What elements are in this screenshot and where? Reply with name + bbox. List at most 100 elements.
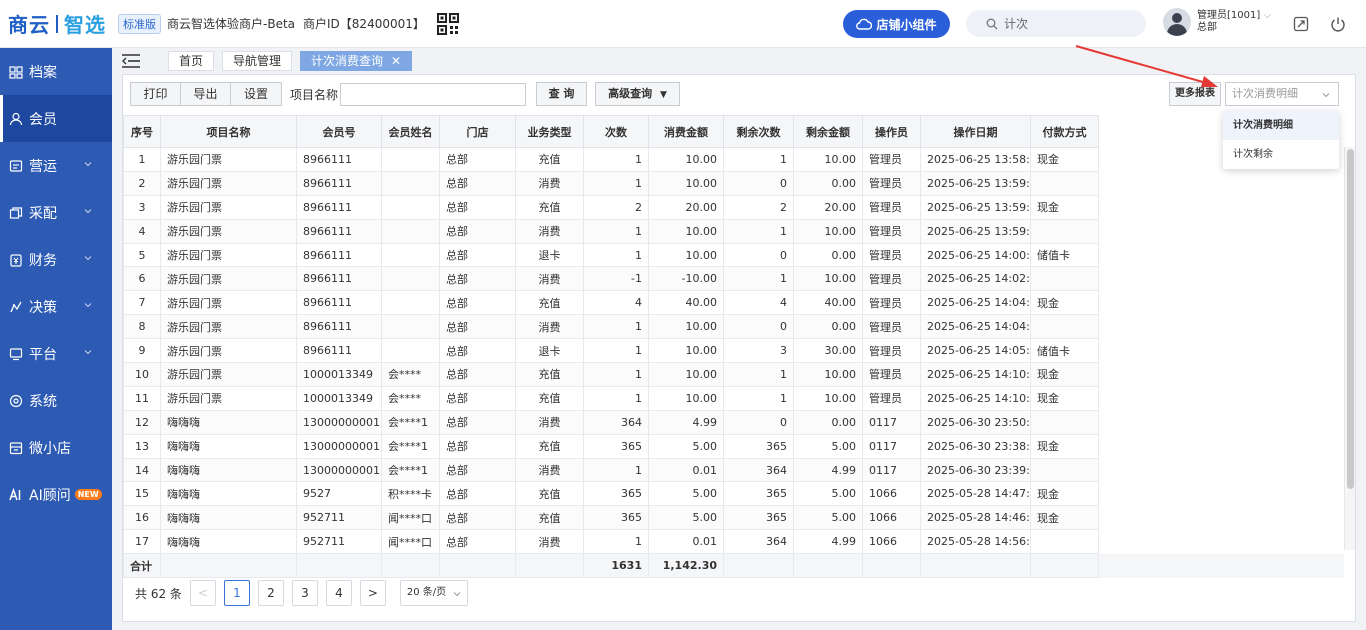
table-cell: 消费: [515, 170, 584, 196]
table-row[interactable]: 16 嗨嗨嗨 952711 闻****口 总部 充值 365 5.00 365 5.00 1066 2…: [123, 505, 1344, 531]
column-header[interactable]: 操作日期: [920, 115, 1031, 148]
column-header[interactable]: 操作员: [862, 115, 921, 148]
scrollbar-thumb[interactable]: [1347, 149, 1354, 489]
dropdown-option-detail[interactable]: 计次消费明细: [1223, 111, 1339, 140]
table-cell: 0.00: [793, 409, 863, 435]
table-row[interactable]: 8 游乐园门票 8966111 总部 消费 1 10.00 0 0.00 管理员 2025-06-2…: [123, 314, 1344, 340]
menu-toggle-icon[interactable]: [122, 54, 140, 68]
export-button[interactable]: 导出: [181, 83, 231, 105]
dropdown-option-remaining[interactable]: 计次剩余: [1223, 140, 1339, 169]
tab-nav-management[interactable]: 导航管理: [222, 51, 293, 71]
fullscreen-icon[interactable]: [1293, 16, 1309, 32]
column-header[interactable]: 会员号: [296, 115, 382, 148]
summary-cell: [515, 553, 584, 579]
report-type-select[interactable]: 计次消费明细: [1225, 82, 1339, 106]
sidebar-item-finance[interactable]: 财务: [0, 236, 112, 283]
table-row[interactable]: 7 游乐园门票 8966111 总部 充值 4 40.00 4 40.00 管理员 2025-06-…: [123, 290, 1344, 316]
column-header[interactable]: 序号: [123, 115, 161, 148]
table-cell: 10.00: [793, 362, 863, 387]
merchant-name: 商云智选体验商户-Beta: [167, 17, 296, 31]
store-widget-label: 店铺小组件: [876, 17, 937, 32]
tab-home[interactable]: 首页: [168, 51, 215, 71]
column-header[interactable]: 次数: [583, 115, 649, 148]
brand-logo[interactable]: 商云 智选: [8, 9, 106, 38]
sidebar-item-member[interactable]: 会员: [0, 95, 112, 142]
table-row[interactable]: 12 嗨嗨嗨 13000000001 会****1 总部 消费 364 4.99 0 0.00 01…: [123, 409, 1344, 435]
global-search-input[interactable]: 计次: [966, 10, 1146, 37]
table-cell: 3: [723, 338, 794, 364]
column-header[interactable]: 剩余金额: [793, 115, 863, 148]
table-row[interactable]: 9 游乐园门票 8966111 总部 退卡 1 10.00 3 30.00 管理员 2025-06-…: [123, 338, 1344, 364]
table-row[interactable]: 17 嗨嗨嗨 952711 闻****口 总部 消费 1 0.01 364 4.99 1066 202…: [123, 529, 1344, 555]
table-cell: 365: [723, 481, 794, 507]
column-header[interactable]: 项目名称: [160, 115, 297, 148]
table-cell: 5: [123, 242, 161, 268]
table-row[interactable]: 13 嗨嗨嗨 13000000001 会****1 总部 充值 365 5.00 365 5.00…: [123, 433, 1344, 459]
column-header[interactable]: 业务类型: [515, 115, 584, 148]
table-cell: 充值: [515, 481, 584, 507]
user-menu[interactable]: 管理员[1001] ⌵ 总部: [1163, 8, 1271, 36]
more-reports-button[interactable]: 更多报表: [1169, 82, 1221, 106]
next-page-button[interactable]: >: [359, 580, 386, 606]
table-cell: 10.00: [648, 338, 724, 364]
power-icon[interactable]: [1330, 16, 1346, 32]
table-row[interactable]: 2 游乐园门票 8966111 总部 消费 1 10.00 0 0.00 管理员 2025-06-2…: [123, 170, 1344, 196]
table-cell: 游乐园门票: [160, 290, 297, 316]
table-cell: 2025-06-25 14:04:...: [920, 290, 1031, 316]
toolbar: 打印 导出 设置 项目名称 查 询 高级查询 ▼: [130, 82, 681, 106]
table-row[interactable]: 5 游乐园门票 8966111 总部 退卡 1 10.00 0 0.00 管理员 2025-06-2…: [123, 242, 1344, 268]
column-header[interactable]: 消费金额: [648, 115, 724, 148]
column-header[interactable]: 剩余次数: [723, 115, 794, 148]
qr-code-icon[interactable]: [436, 12, 459, 35]
table-row[interactable]: 14 嗨嗨嗨 13000000001 会****1 总部 消费 1 0.01 364 4.99 01…: [123, 457, 1344, 483]
sidebar-item-system[interactable]: 系统: [0, 377, 112, 424]
column-header[interactable]: 会员姓名: [381, 115, 440, 148]
decision-icon: [10, 301, 22, 312]
table-row[interactable]: 10 游乐园门票 1000013349 会**** 总部 充值 1 10.00 1 10.00 管理…: [123, 362, 1344, 387]
page-size-select[interactable]: 20 条/页: [399, 580, 468, 606]
top-header: 商云 智选 标准版 商云智选体验商户-Beta 商户ID【82400001】 店…: [0, 0, 1366, 48]
table-cell: 总部: [439, 242, 516, 268]
sidebar-item-ai[interactable]: AI顾问 NEW: [0, 471, 112, 518]
item-name-input[interactable]: [340, 82, 527, 106]
page-button-4[interactable]: 4: [325, 580, 352, 606]
table-cell: 会****: [381, 385, 440, 411]
table-row[interactable]: 3 游乐园门票 8966111 总部 充值 2 20.00 2 20.00 管理员 2025-06-…: [123, 194, 1344, 220]
caret-down-icon: ▼: [659, 90, 667, 100]
table-cell: 积****卡: [381, 481, 440, 507]
query-button[interactable]: 查 询: [536, 82, 588, 106]
settings-button[interactable]: 设置: [231, 83, 281, 105]
summary-cell: [723, 553, 794, 579]
advanced-query-button[interactable]: 高级查询 ▼: [595, 82, 681, 106]
table-cell: 1: [583, 218, 649, 244]
table-row[interactable]: 6 游乐园门票 8966111 总部 消费 -1 -10.00 1 10.00 管理员 2025-0…: [123, 266, 1344, 292]
row-filler: [1098, 243, 1344, 267]
table-row[interactable]: 11 游乐园门票 1000013349 会**** 总部 充值 1 10.00 1 10.00 管理…: [123, 385, 1344, 411]
page-button-2[interactable]: 2: [257, 580, 284, 606]
table-row[interactable]: 1 游乐园门票 8966111 总部 充值 1 10.00 1 10.00 管理员 2025-06-…: [123, 147, 1344, 172]
column-header[interactable]: 门店: [439, 115, 516, 148]
prev-page-button[interactable]: <: [189, 580, 216, 606]
table-cell: [1030, 409, 1099, 435]
row-filler: [1098, 314, 1344, 339]
table-row[interactable]: 4 游乐园门票 8966111 总部 消费 1 10.00 1 10.00 管理员 2025-06-…: [123, 218, 1344, 244]
sidebar-item-purchase[interactable]: 采配: [0, 189, 112, 236]
sidebar-item-operation[interactable]: 营运: [0, 142, 112, 189]
summary-cell: 合计: [123, 553, 161, 579]
page-button-3[interactable]: 3: [291, 580, 318, 606]
sidebar-item-decision[interactable]: 决策: [0, 283, 112, 330]
close-icon[interactable]: ✕: [391, 52, 401, 70]
sidebar-item-platform[interactable]: 平台: [0, 330, 112, 377]
tab-count-consumption[interactable]: 计次消费查询 ✕: [300, 51, 413, 71]
print-button[interactable]: 打印: [131, 83, 181, 105]
store-widget-button[interactable]: 店铺小组件: [843, 10, 950, 38]
column-header[interactable]: 付款方式: [1030, 115, 1099, 148]
table-cell: 充值: [515, 433, 584, 459]
table-cell: 365: [583, 481, 649, 507]
sidebar-item-shop[interactable]: 微小店: [0, 424, 112, 471]
sidebar-item-archive[interactable]: 档案: [0, 48, 112, 95]
vertical-scrollbar[interactable]: [1344, 147, 1355, 550]
sidebar-item-label: 会员: [29, 111, 57, 128]
table-row[interactable]: 15 嗨嗨嗨 9527 积****卡 总部 充值 365 5.00 365 5.00 1066 202…: [123, 481, 1344, 507]
page-button-1[interactable]: 1: [223, 580, 250, 606]
